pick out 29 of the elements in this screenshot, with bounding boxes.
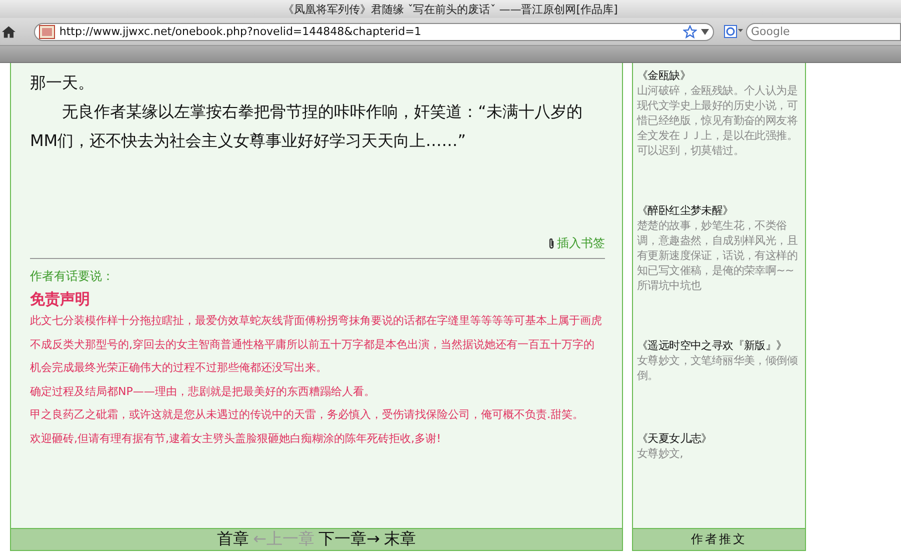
chapter-nav-link[interactable]: 首章 [217,529,250,550]
address-field[interactable]: http://www.jjwxc.net/onebook.php?novelid=144848&chapterid=1 [34,22,714,40]
note-title: 免责声明 [30,290,91,309]
dropdown-icon[interactable] [701,28,709,34]
panel-footer-label: 作者推文 [691,531,747,548]
star-icon[interactable] [683,24,697,38]
book-title-link[interactable]: 《遥远时空中之寻欢『新版』》 [637,338,802,353]
site-icon [39,24,56,38]
chapter-paragraph: 无良作者某缘以左掌按右拳把骨节捏的咔咔作响，奸笑道：“未满十八岁的MM们，还不快去为社会主义女尊事业好好学习天天向上……” [30,101,584,152]
book-title-link[interactable]: 《天夏女儿志》 [637,431,802,446]
book-description: 楚楚的故事，妙笔生花，不类俗调，意趣盎然，自成别样风光，且有更新速度保证，话说，有这样的知已写文催稿，是俺的荣幸啊~~所谓坑中坑也 [637,218,799,293]
chapter-nav-link[interactable]: 末章 [384,529,416,550]
note-paragraph: 甲之良药乙之砒霜，或许这就是您从未遇过的传说中的天雷，务必慎入，受伤请找保险公司，俺可概不负责.甜笑。 [30,407,584,423]
book-title-link[interactable]: 《金瓯缺》 [637,68,802,83]
search-field[interactable]: Google [746,22,901,40]
book-description: 女尊妙文，文笔绮丽华美，倾倒倾倒。 [637,353,799,383]
note-paragraph: 确定过程及结局都NP——理由，悲剧就是把最美好的东西糟蹋给人看。 [30,384,376,400]
home-icon[interactable] [1,24,16,40]
paperclip-icon [548,238,555,249]
chapter-paragraph: 那一天。 [30,72,95,94]
chapter-nav-link[interactable]: 下一章→ [318,529,380,550]
book-title-link[interactable]: 《醉卧红尘梦未醒》 [637,203,802,218]
book-description: 山河破碎，金瓯残缺。个人认为是现代文学史上最好的历史小说，可惜已经绝版，惊见有勤奋的网友将全文发在ＪＪ上，是以在此强推。可以迟到，切莫错过。 [637,83,799,158]
note-label: 作者有话要说： [30,268,115,285]
book-description: 女尊妙文, [637,446,684,461]
window-title: 《凤凰将军列传》君随缘 ˇ写在前头的废话ˇ ——晋江原创网[作品库] [283,2,618,16]
note-paragraph: 此文七分装模作样十分拖拉瞎扯，最爱仿效草蛇灰线背面傅粉拐弯抹角要说的话都在字缝里等等等等可基本上属于画虎不成反类犬那型号的,穿回去的女主智商普通性格平庸所以前五十万字都是本色出演，当然据说她还有一百五十万字的机会完成最终光荣正确伟大的过程不过那些俺都还没写出来。 [30,313,603,376]
search-engine-icon[interactable] [724,25,744,38]
note-paragraph: 欢迎砸砖,但请有理有据有节,逮着女主劈头盖脸狠砸她白痴糊涂的陈年死砖拒收,多谢! [30,430,442,446]
